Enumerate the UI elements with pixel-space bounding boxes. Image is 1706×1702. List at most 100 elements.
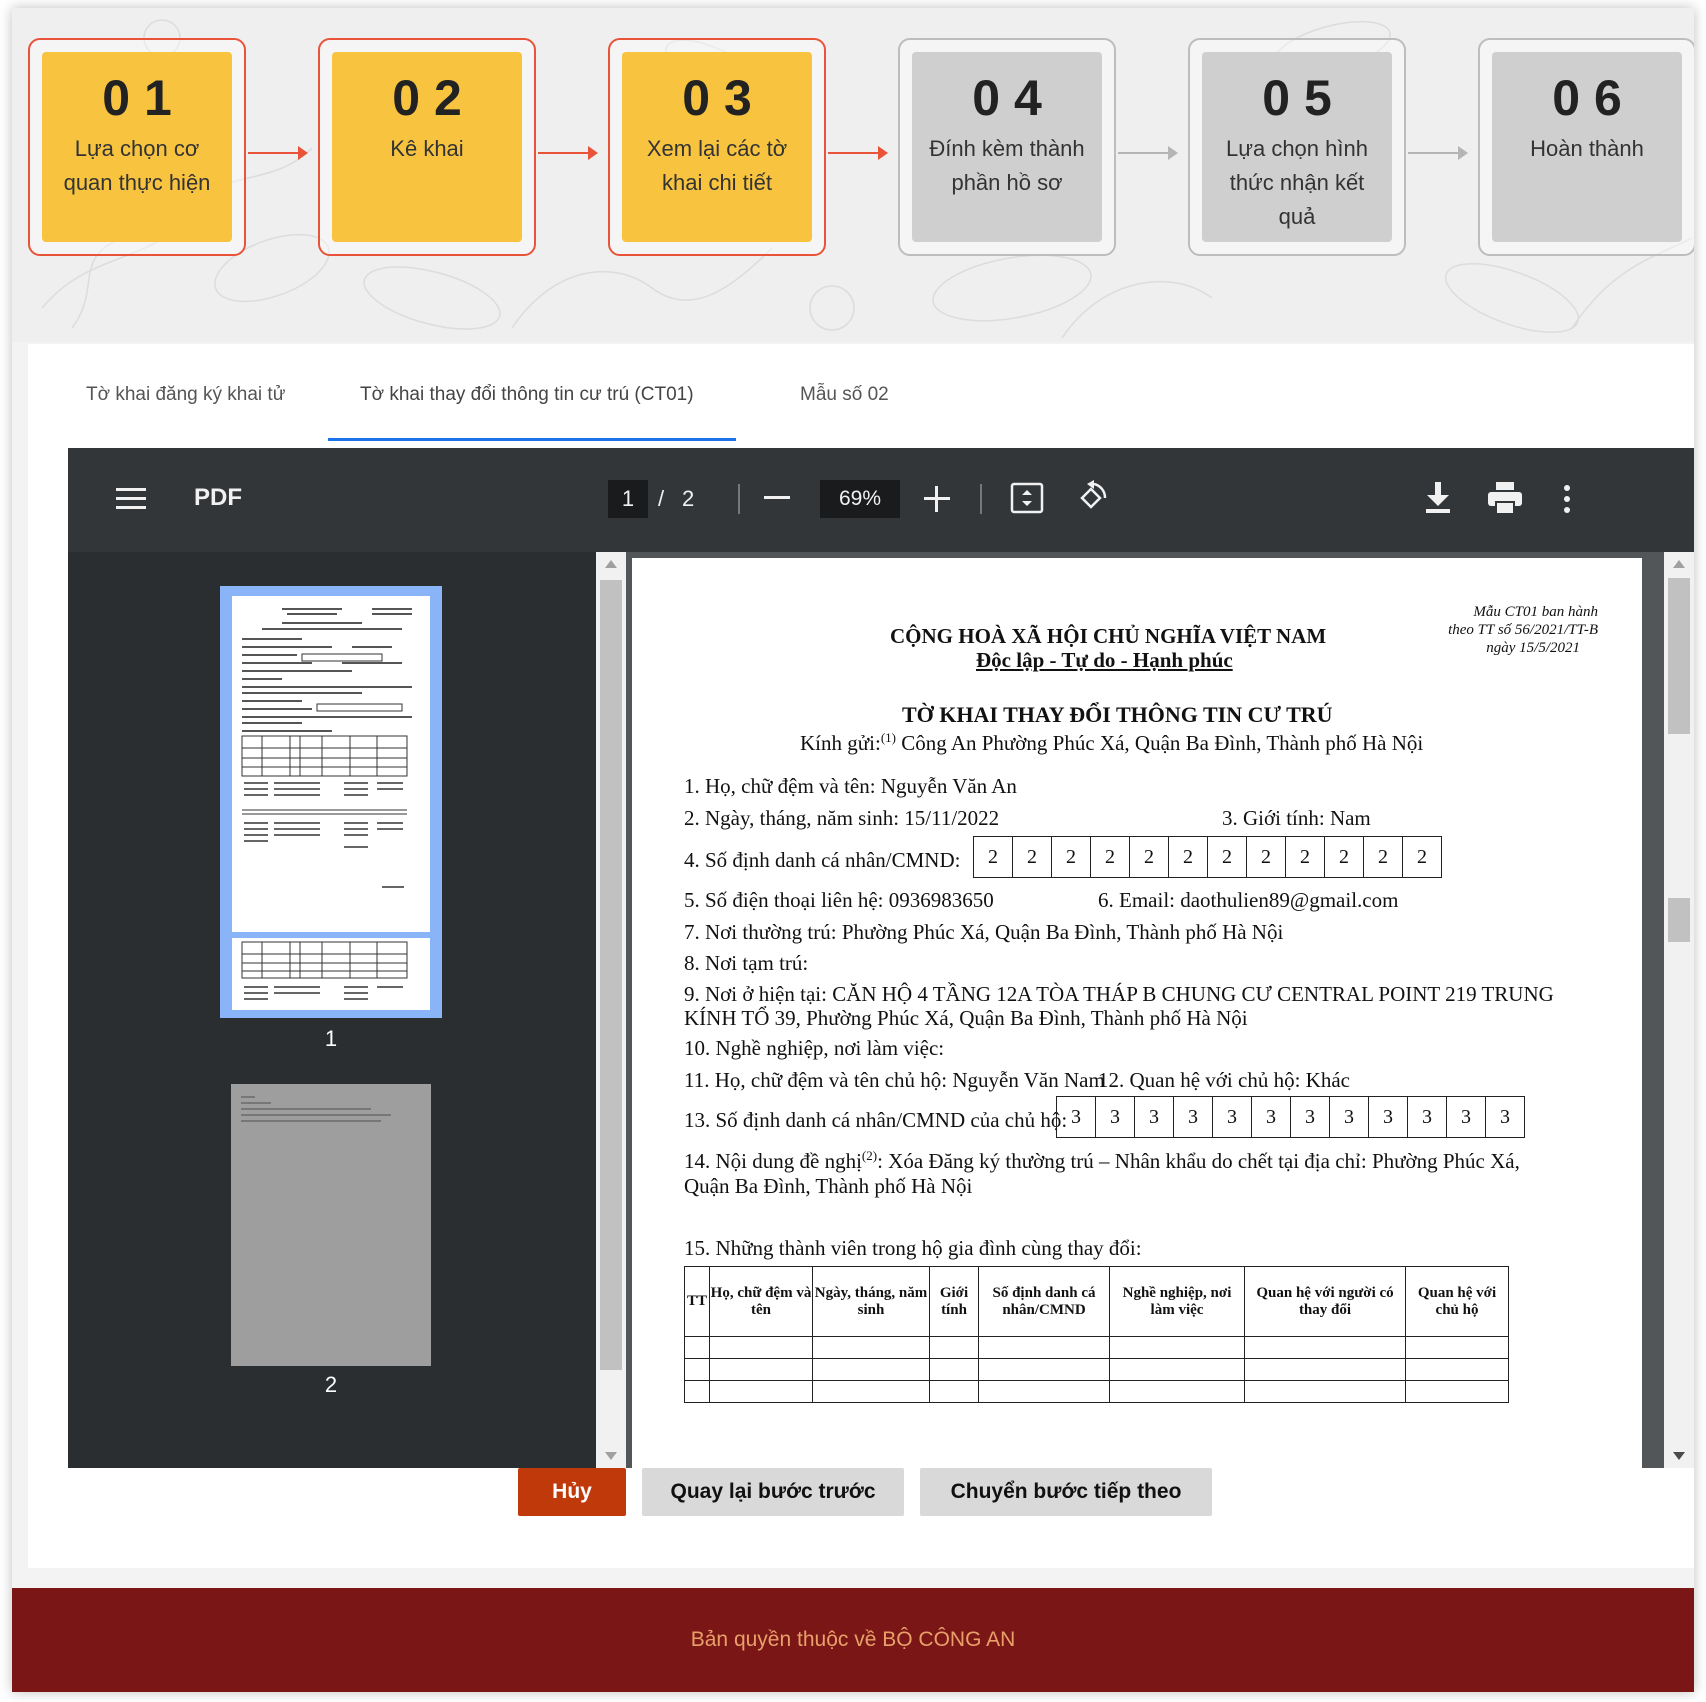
scrollbar-marker <box>1668 898 1690 942</box>
field-occupation: 10. Nghề nghiệp, nơi làm việc: <box>684 1036 945 1060</box>
id-digit: 3 <box>1369 1097 1408 1137</box>
step-arrow <box>828 146 888 160</box>
menu-icon[interactable] <box>116 486 146 512</box>
field-birth-date: 2. Ngày, tháng, năm sinh: 15/11/2022 <box>684 806 1000 830</box>
download-icon[interactable] <box>1424 482 1452 514</box>
id-digit: 3 <box>1252 1097 1291 1137</box>
field-request-content: 14. Nội dung đề nghị(2): Xóa Đăng ký thư… <box>684 1148 1520 1174</box>
table-header: Quan hệ với người có thay đổi <box>1244 1266 1406 1337</box>
id-digit: 2 <box>1091 837 1130 877</box>
footnote-marker: (1) <box>880 730 896 745</box>
scroll-down-icon[interactable] <box>605 1452 617 1460</box>
rotate-icon[interactable] <box>1074 480 1108 516</box>
id-digit: 3 <box>1291 1097 1330 1137</box>
members-table: TT Họ, chữ đệm và tên Ngày, tháng, năm s… <box>684 1266 1509 1403</box>
print-icon[interactable] <box>1488 482 1522 514</box>
recipient-prefix: Kính gửi: <box>800 731 881 755</box>
field-current-address-cont: KÍNH TỔ 39, Phường Phúc Xá, Quận Ba Đình… <box>684 1006 1248 1030</box>
tab-khai-tu[interactable]: Tờ khai đăng ký khai tử <box>86 384 285 406</box>
field-email: 6. Email: daothulien89@gmail.com <box>1098 888 1399 912</box>
step-number: 05 <box>1262 70 1346 126</box>
document-area: Mẫu CT01 ban hành theo TT số 56/2021/TT-… <box>626 552 1694 1468</box>
footnote-marker: (2) <box>861 1148 878 1163</box>
pdf-toolbar: PDF 1 / 2 69% <box>68 448 1694 552</box>
table-header: Quan hệ với chủ hộ <box>1405 1266 1509 1337</box>
back-button[interactable]: Quay lại bước trước <box>642 1468 904 1516</box>
thumbnail-label: 1 <box>324 1026 338 1051</box>
step-3[interactable]: 03 Xem lại các tờ khai chi tiết <box>608 38 826 256</box>
id-digit: 2 <box>1130 837 1169 877</box>
sidebar-scrollbar[interactable] <box>596 552 626 1468</box>
thumbnail-image <box>232 596 430 932</box>
step-6[interactable]: 06 Hoàn thành <box>1478 38 1694 256</box>
id-digit: 3 <box>1500 1105 1510 1128</box>
fit-page-icon[interactable] <box>1010 482 1044 514</box>
field-householder-id-label: 13. Số định danh cá nhân/CMND của chủ hộ… <box>684 1108 1068 1132</box>
table-row <box>684 1358 1509 1381</box>
viewer-title: PDF <box>194 484 242 511</box>
page-number-input[interactable]: 1 <box>608 480 648 518</box>
document-scrollbar[interactable] <box>1664 552 1694 1468</box>
step-number: 04 <box>972 70 1056 126</box>
table-header: Số định danh cá nhân/CMND <box>978 1266 1110 1337</box>
zoom-in-icon[interactable] <box>924 486 950 512</box>
table-header: Giới tính <box>929 1266 979 1337</box>
id-digit: 2 <box>1364 837 1403 877</box>
thumbnail-image <box>232 938 430 1010</box>
field-members-label: 15. Những thành viên trong hộ gia đình c… <box>684 1236 1142 1260</box>
step-number: 01 <box>102 70 186 126</box>
id-digit: 3 <box>1330 1097 1369 1137</box>
more-options-icon[interactable] <box>1562 484 1572 514</box>
step-2[interactable]: 02 Kê khai <box>318 38 536 256</box>
next-button[interactable]: Chuyển bước tiếp theo <box>920 1468 1212 1516</box>
id-digit: 3 <box>1096 1097 1135 1137</box>
motto: Độc lập - Tự do - Hạnh phúc <box>976 648 1233 672</box>
request-text: : Xóa Đăng ký thường trú – Nhân khẩu do … <box>877 1149 1520 1173</box>
scroll-up-icon[interactable] <box>1673 560 1685 568</box>
step-arrow <box>538 146 598 160</box>
form-note: ngày 15/5/2021 <box>1486 640 1580 656</box>
request-prefix: 14. Nội dung đề nghị <box>684 1149 862 1173</box>
step-label: Xem lại các tờ khai chi tiết <box>646 136 788 195</box>
id-digit: 3 <box>1174 1097 1213 1137</box>
id-digit: 3 <box>1213 1097 1252 1137</box>
tab-bar: Tờ khai đăng ký khai tử Tờ khai thay đổi… <box>28 344 1694 448</box>
thumbnail-page-1[interactable] <box>220 586 442 1018</box>
scroll-up-icon[interactable] <box>605 560 617 568</box>
field-request-content-cont: Quận Ba Đình, Thành phố Hà Nội <box>684 1174 973 1198</box>
id-digit: 2 <box>1417 845 1427 868</box>
scrollbar-thumb[interactable] <box>600 580 622 1370</box>
id-digit: 2 <box>1325 837 1364 877</box>
stepper: 01 Lựa chọn cơ quan thực hiện 02 Kê khai… <box>12 8 1694 342</box>
step-label: Lựa chọn cơ quan thực hiện <box>63 136 211 195</box>
table-header: Họ, chữ đệm và tên <box>709 1266 813 1337</box>
step-5[interactable]: 05 Lựa chọn hình thức nhận kết quả <box>1188 38 1406 256</box>
zoom-out-icon[interactable] <box>764 496 790 500</box>
floral-background <box>41 19 1693 339</box>
form-note: Mẫu CT01 ban hành <box>1473 604 1598 620</box>
id-digit: 2 <box>974 837 1013 877</box>
form-note: theo TT số 56/2021/TT-B <box>1448 622 1598 638</box>
field-phone: 5. Số điện thoại liên hệ: 0936983650 <box>684 888 994 912</box>
zoom-level-input[interactable]: 69% <box>820 480 900 518</box>
id-digit: 2 <box>1247 837 1286 877</box>
scroll-down-icon[interactable] <box>1673 1452 1685 1460</box>
recipient-name: Công An Phường Phúc Xá, Quận Ba Đình, Th… <box>895 731 1424 755</box>
step-4[interactable]: 04 Đính kèm thành phần hồ sơ <box>898 38 1116 256</box>
id-digit: 2 <box>1013 837 1052 877</box>
thumbnail-page-2[interactable] <box>231 1084 431 1366</box>
toolbar-divider <box>738 484 740 514</box>
scrollbar-thumb[interactable] <box>1668 578 1690 734</box>
cancel-button[interactable]: Hủy <box>518 1468 626 1516</box>
field-permanent-residence: 7. Nơi thường trú: Phường Phúc Xá, Quận … <box>684 920 1284 944</box>
step-label: Kê khai <box>390 136 464 161</box>
tab-ct01[interactable]: Tờ khai thay đổi thông tin cư trú (CT01) <box>360 384 694 406</box>
tab-mau-so-02[interactable]: Mẫu số 02 <box>800 384 889 406</box>
field-householder-name: 11. Họ, chữ đệm và tên chủ hộ: Nguyễn Vă… <box>684 1068 1105 1092</box>
step-1[interactable]: 01 Lựa chọn cơ quan thực hiện <box>28 38 246 256</box>
field-relation-to-householder: 12. Quan hệ với chủ hộ: Khác <box>1098 1068 1350 1092</box>
step-arrow <box>248 146 308 160</box>
pdf-viewer: PDF 1 / 2 69% 1 2 Mẫu CT01 ban hành theo… <box>68 448 1694 1468</box>
step-label: Hoàn thành <box>1530 136 1644 161</box>
id-digit: 2 <box>1286 837 1325 877</box>
